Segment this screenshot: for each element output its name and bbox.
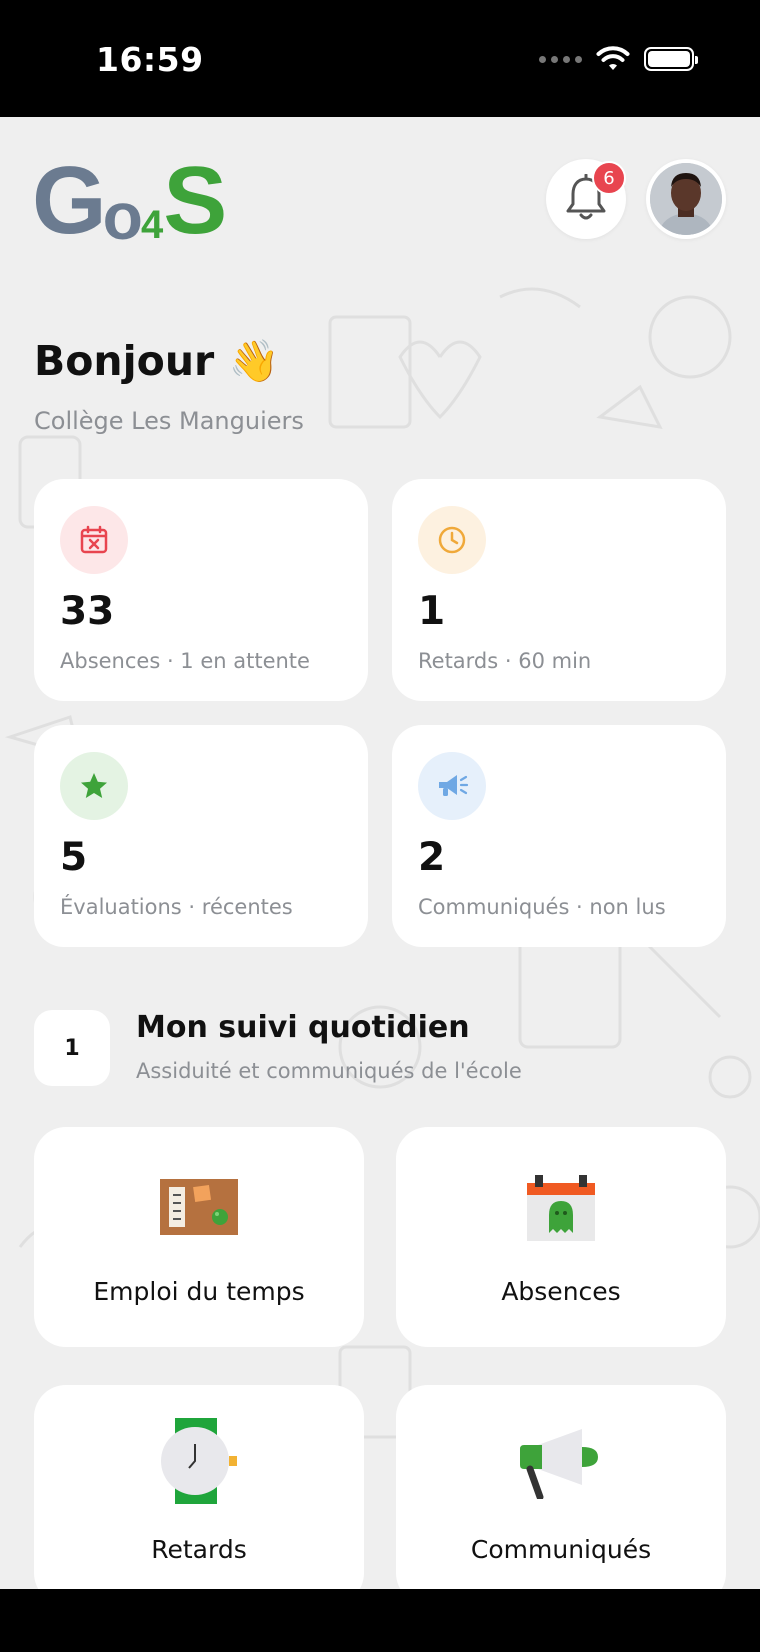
corkboard-icon (154, 1167, 244, 1247)
status-icons (539, 46, 698, 72)
greeting-title: Bonjour 👋 (34, 337, 280, 385)
stat-label: Retards · 60 min (418, 649, 592, 673)
stat-card-evaluations[interactable]: 5 Évaluations · récentes (34, 725, 368, 947)
stat-label: Évaluations · récentes (60, 895, 293, 919)
tile-label: Retards (151, 1535, 247, 1564)
section-title: Mon suivi quotidien (136, 1010, 470, 1045)
bottom-system-bar (0, 1589, 760, 1652)
profile-avatar[interactable] (646, 159, 726, 239)
stat-value: 1 (418, 589, 446, 634)
megaphone-icon (516, 1421, 606, 1501)
section-number: 1 (34, 1010, 110, 1086)
stat-value: 33 (60, 589, 115, 634)
stat-label: Absences · 1 en attente (60, 649, 310, 673)
status-time: 16:59 (96, 40, 204, 79)
tile-label: Communiqués (470, 1535, 652, 1564)
stat-card-absences[interactable]: 33 Absences · 1 en attente (34, 479, 368, 701)
wifi-icon (596, 46, 630, 70)
notification-badge: 6 (592, 161, 626, 195)
tile-absences[interactable]: Absences (396, 1127, 726, 1347)
tile-emploi-du-temps[interactable]: Emploi du temps (34, 1127, 364, 1347)
star-icon (60, 752, 128, 820)
megaphone-icon (418, 752, 486, 820)
notifications-button[interactable]: 6 (546, 159, 626, 239)
app-screen: G o 4 S 6 Bonjour 👋 Collège Les Manguier… (0, 117, 760, 1589)
school-name: Collège Les Manguiers (34, 407, 304, 435)
tile-retards[interactable]: Retards (34, 1385, 364, 1589)
section-subtitle: Assiduité et communiqués de l'école (136, 1059, 522, 1083)
calendar-ghost-icon (516, 1167, 606, 1247)
tile-label: Emploi du temps (93, 1277, 305, 1306)
stat-card-communiques[interactable]: 2 Communiqués · non lus (392, 725, 726, 947)
stat-label: Communiqués · non lus (418, 895, 666, 919)
cellular-signal-icon (539, 55, 582, 63)
avatar-photo (650, 163, 722, 235)
stat-value: 5 (60, 835, 88, 880)
watch-icon (154, 1418, 244, 1504)
status-bar: 16:59 (0, 0, 760, 117)
stat-value: 2 (418, 835, 446, 880)
tile-label: Absences (501, 1277, 621, 1306)
stat-card-retards[interactable]: 1 Retards · 60 min (392, 479, 726, 701)
calendar-x-icon (60, 506, 128, 574)
app-logo: G o 4 S (32, 147, 228, 254)
battery-icon (644, 47, 698, 71)
header: G o 4 S 6 (0, 117, 760, 257)
clock-icon (418, 506, 486, 574)
tile-communiques[interactable]: Communiqués (396, 1385, 726, 1589)
